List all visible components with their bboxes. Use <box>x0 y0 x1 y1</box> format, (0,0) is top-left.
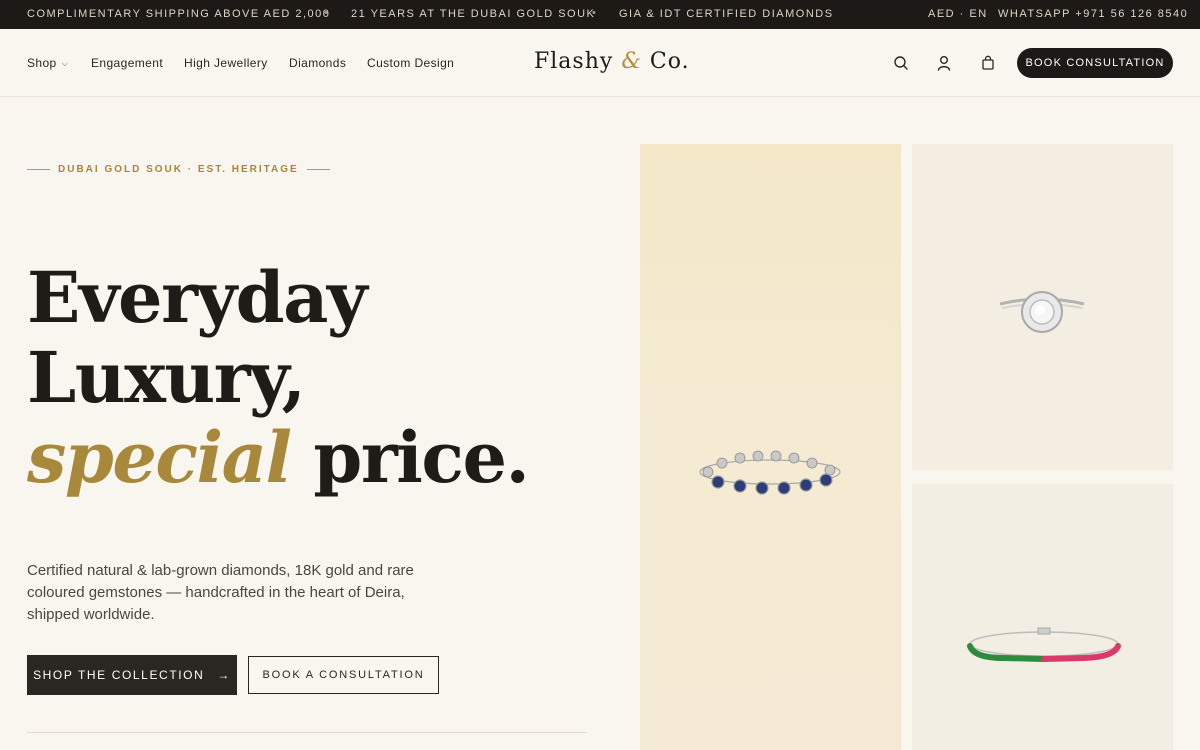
announcement-certified: GIA & IDT CERTIFIED DIAMONDS <box>619 8 834 20</box>
locale-switcher[interactable]: AED · EN <box>928 8 988 20</box>
eyebrow-rule <box>306 169 330 170</box>
announcement-separator: • <box>324 7 330 19</box>
nav-engagement[interactable]: Engagement <box>91 56 163 70</box>
nav-shop-label: Shop <box>27 56 57 70</box>
shop-collection-button[interactable]: SHOP THE COLLECTION → <box>27 655 237 695</box>
eyebrow-text: DUBAI GOLD SOUK · EST. HERITAGE <box>58 164 299 175</box>
hero-eyebrow: DUBAI GOLD SOUK · EST. HERITAGE <box>27 164 330 175</box>
nav-diamonds[interactable]: Diamonds <box>289 56 346 70</box>
headline-tail: price. <box>290 416 529 499</box>
headline-line1: Everyday <box>27 256 368 339</box>
book-consultation-button[interactable]: BOOK CONSULTATION <box>1017 48 1173 78</box>
gemstone-bracelet-image <box>967 627 1121 662</box>
book-a-consultation-button[interactable]: BOOK A CONSULTATION <box>248 656 439 694</box>
hero-headline: Everyday Luxury, special price. <box>27 256 530 499</box>
diamond-ring-image <box>999 291 1085 333</box>
announcement-bar: COMPLIMENTARY SHIPPING ABOVE AED 2,000 •… <box>0 0 1200 29</box>
whatsapp-link[interactable]: WHATSAPP +971 56 126 8540 <box>998 8 1188 20</box>
chevron-down-icon: ⌵ <box>61 59 69 68</box>
logo-name: Flashy <box>534 49 614 74</box>
announcement-separator: • <box>592 7 598 19</box>
site-header: Shop ⌵ Engagement High Jewellery Diamonds… <box>0 29 1200 97</box>
search-icon[interactable] <box>892 54 910 72</box>
hero-divider <box>27 732 587 733</box>
headline-italic: special <box>27 416 292 499</box>
user-icon[interactable] <box>935 54 953 72</box>
product-tile-tennis-bracelet[interactable] <box>912 484 1173 750</box>
logo-ampersand: & <box>621 49 642 74</box>
bag-icon[interactable] <box>979 54 997 72</box>
nav-custom-design[interactable]: Custom Design <box>367 56 454 70</box>
announcement-years: 21 YEARS AT THE DUBAI GOLD SOUK <box>351 8 596 20</box>
nav-shop[interactable]: Shop ⌵ <box>27 56 68 70</box>
hero-subcopy: Certified natural & lab-grown diamonds, … <box>27 562 414 623</box>
announcement-shipping: COMPLIMENTARY SHIPPING ABOVE AED 2,000 <box>27 8 331 20</box>
sapphire-bracelet-image <box>699 450 841 495</box>
product-tile-sapphire-bracelet[interactable] <box>640 144 901 750</box>
headline-line2: Luxury, <box>27 336 306 419</box>
brand-logo[interactable]: Flashy & Co. <box>534 49 690 74</box>
shop-collection-label: SHOP THE COLLECTION <box>33 668 205 682</box>
eyebrow-rule <box>27 169 50 170</box>
arrow-right-icon: → <box>217 668 231 682</box>
nav-high-jewellery[interactable]: High Jewellery <box>184 56 268 70</box>
product-tile-halo-ring[interactable] <box>912 144 1173 470</box>
logo-suffix: Co. <box>649 49 690 74</box>
